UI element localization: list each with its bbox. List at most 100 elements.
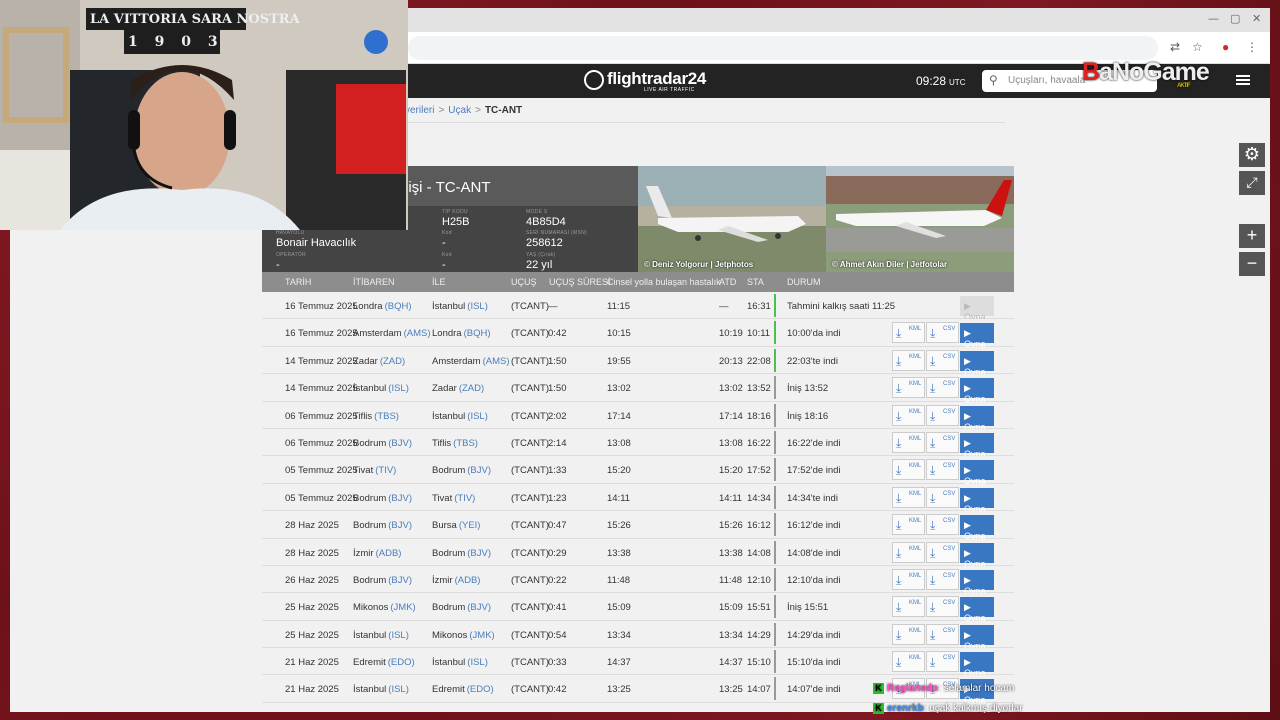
csv-download-button[interactable]: ⤓ CSV: [926, 322, 959, 344]
csv-download-button[interactable]: ⤓ CSV: [926, 514, 959, 536]
col-atd[interactable]: ATD: [719, 277, 736, 287]
col-duration[interactable]: UÇUŞ SÜRESİ: [549, 277, 611, 287]
col-from[interactable]: İTİBAREN: [353, 277, 395, 287]
airline-value[interactable]: Bonair Havacılık: [276, 237, 356, 249]
airport-code[interactable]: (ADB): [376, 548, 402, 559]
breadcrumb-item-aircraft[interactable]: Uçak: [448, 105, 471, 116]
url-field[interactable]: [408, 36, 1158, 60]
airport-code[interactable]: (EDO): [388, 657, 415, 668]
csv-download-button[interactable]: ⤓ CSV: [926, 404, 959, 426]
col-sta[interactable]: STA: [747, 277, 764, 287]
kml-download-button[interactable]: ⤓ KML: [892, 486, 925, 508]
airport-code[interactable]: (AMS): [404, 328, 431, 339]
kml-download-button[interactable]: ⤓ KML: [892, 459, 925, 481]
table-row[interactable]: 21 Haz 2025 Edremit (EDO) İstanbul (ISL) (TCA…: [262, 648, 1014, 678]
zoom-out-icon[interactable]: −: [1239, 252, 1265, 276]
csv-download-button[interactable]: ⤓ CSV: [926, 568, 959, 590]
csv-download-button[interactable]: ⤓ CSV: [926, 596, 959, 618]
cell-from[interactable]: İstanbul (ISL): [353, 630, 409, 641]
cell-to[interactable]: Tivat (TIV): [432, 493, 475, 504]
aircraft-photo-2[interactable]: © Ahmet Akın Diler | Jetfotolar: [826, 166, 1014, 272]
kml-download-button[interactable]: ⤓ KML: [892, 568, 925, 590]
cell-to[interactable]: İzmir (ADB): [432, 575, 480, 586]
table-row[interactable]: 25 Haz 2025 İstanbul (ISL) Mikonos (JMK) (TCA…: [262, 620, 1014, 651]
airport-code[interactable]: (BJV): [388, 520, 412, 531]
play-button[interactable]: ▶ Oyna: [960, 487, 994, 514]
play-button[interactable]: ▶ Oyna: [960, 569, 994, 596]
kml-download-button[interactable]: ⤓ KML: [892, 541, 925, 563]
table-row[interactable]: 14 Temmuz 2025 İstanbul (ISL) Zadar (ZAD) (TC…: [262, 374, 1014, 404]
cell-to[interactable]: Bodrum (BJV): [432, 465, 491, 476]
table-row[interactable]: 28 Haz 2025 İzmir (ADB) Bodrum (BJV) (TCANT) 0…: [262, 538, 1014, 569]
csv-download-button[interactable]: ⤓ CSV: [926, 651, 959, 673]
play-button[interactable]: ▶ Oyna: [960, 378, 994, 404]
cell-to[interactable]: İstanbul (ISL): [432, 301, 488, 312]
cell-to[interactable]: Mikonos (JMK): [432, 630, 495, 641]
cell-from[interactable]: Zadar (ZAD): [353, 356, 405, 367]
table-row[interactable]: 06 Temmuz 2025 Bodrum (BJV) Tiflis (TBS) (TCA…: [262, 428, 1014, 459]
cell-to[interactable]: Amsterdam (AMS): [432, 356, 510, 367]
airport-code[interactable]: (BJV): [388, 575, 412, 586]
cell-from[interactable]: İstanbul (ISL): [353, 684, 409, 695]
play-button[interactable]: ▶ Oyna: [960, 652, 994, 678]
aircraft-photo-1[interactable]: © Deniz Yolgorur | Jetphotos: [638, 166, 826, 272]
cell-to[interactable]: İstanbul (ISL): [432, 657, 488, 668]
fullscreen-icon[interactable]: ⤢: [1239, 171, 1265, 195]
play-button[interactable]: ▶ Oyna: [960, 350, 994, 377]
cell-to[interactable]: Edremit (EDO): [432, 684, 494, 695]
airport-code[interactable]: (ISL): [388, 630, 409, 641]
airport-code[interactable]: (ADB): [455, 575, 481, 586]
col-std[interactable]: Cinsel yolla bulaşan hastalık: [607, 277, 721, 287]
col-flight[interactable]: UÇUŞ: [511, 277, 537, 287]
airport-code[interactable]: (BQH): [464, 328, 491, 339]
kml-download-button[interactable]: ⤓ KML: [892, 431, 925, 453]
table-row[interactable]: 26 Haz 2025 Bodrum (BJV) İzmir (ADB) (TCANT) 0…: [262, 565, 1014, 596]
play-button[interactable]: ▶ Oyna: [960, 323, 994, 349]
play-button[interactable]: ▶ Oyna: [960, 432, 994, 459]
kml-download-button[interactable]: ⤓ KML: [892, 404, 925, 426]
table-row[interactable]: 05 Temmuz 2025 Bodrum (BJV) Tivat (TIV) (TCAN…: [262, 483, 1014, 514]
table-row[interactable]: 28 Haz 2025 Bodrum (BJV) Bursa (YEI) (TCANT) 0…: [262, 511, 1014, 541]
cell-to[interactable]: Bodrum (BJV): [432, 548, 491, 559]
airport-code[interactable]: (BJV): [388, 493, 412, 504]
cell-from[interactable]: Bodrum (BJV): [353, 493, 412, 504]
csv-download-button[interactable]: ⤓ CSV: [926, 349, 959, 371]
kml-download-button[interactable]: ⤓ KML: [892, 596, 925, 618]
cell-to[interactable]: Londra (BQH): [432, 328, 491, 339]
play-button[interactable]: ▶ Oyna: [960, 542, 994, 569]
airport-code[interactable]: (TIV): [454, 493, 475, 504]
cell-from[interactable]: Bodrum (BJV): [353, 438, 412, 449]
bookmark-star-icon[interactable]: ☆: [1192, 40, 1203, 54]
csv-download-button[interactable]: ⤓ CSV: [926, 541, 959, 563]
zoom-in-icon[interactable]: +: [1239, 224, 1265, 248]
play-button[interactable]: ▶ Oyna: [960, 296, 994, 322]
airport-code[interactable]: (ISL): [467, 657, 488, 668]
browser-menu-icon[interactable]: ⋮: [1246, 40, 1258, 54]
play-button[interactable]: ▶ Oyna: [960, 515, 994, 541]
table-row[interactable]: 05 Temmuz 2025 Tivat (TIV) Bodrum (BJV) (TCAN…: [262, 456, 1014, 486]
airport-code[interactable]: (BJV): [467, 465, 491, 476]
cell-from[interactable]: Bodrum (BJV): [353, 520, 412, 531]
csv-download-button[interactable]: ⤓ CSV: [926, 377, 959, 399]
settings-gear-icon[interactable]: ⚙: [1239, 143, 1265, 167]
airport-code[interactable]: (AMS): [483, 356, 510, 367]
airport-code[interactable]: (TIV): [375, 465, 396, 476]
kml-download-button[interactable]: ⤓ KML: [892, 322, 925, 344]
col-status[interactable]: DURUM: [787, 277, 821, 287]
table-row[interactable]: 16 Temmuz 2025 Amsterdam (AMS) Londra (BQH)(…: [262, 319, 1014, 349]
airport-code[interactable]: (YEI): [459, 520, 481, 531]
airport-code[interactable]: (ISL): [467, 301, 488, 312]
col-to[interactable]: İLE: [432, 277, 446, 287]
play-button[interactable]: ▶ Oyna: [960, 597, 994, 623]
play-button[interactable]: ▶ Oyna: [960, 460, 994, 486]
play-button[interactable]: ▶ Oyna: [960, 624, 994, 651]
cell-to[interactable]: Bursa (YEI): [432, 520, 480, 531]
airport-code[interactable]: (TBS): [374, 411, 399, 422]
table-row[interactable]: 06 Temmuz 2025 Tiflis (TBS) İstanbul (ISL) (T…: [262, 401, 1014, 432]
extension-icon[interactable]: ●: [1222, 40, 1229, 54]
airport-code[interactable]: (TBS): [453, 438, 478, 449]
cell-from[interactable]: Tivat (TIV): [353, 465, 396, 476]
airport-code[interactable]: (BJV): [388, 438, 412, 449]
cell-from[interactable]: Tiflis (TBS): [353, 411, 399, 422]
minimize-icon[interactable]: —: [1208, 12, 1219, 25]
